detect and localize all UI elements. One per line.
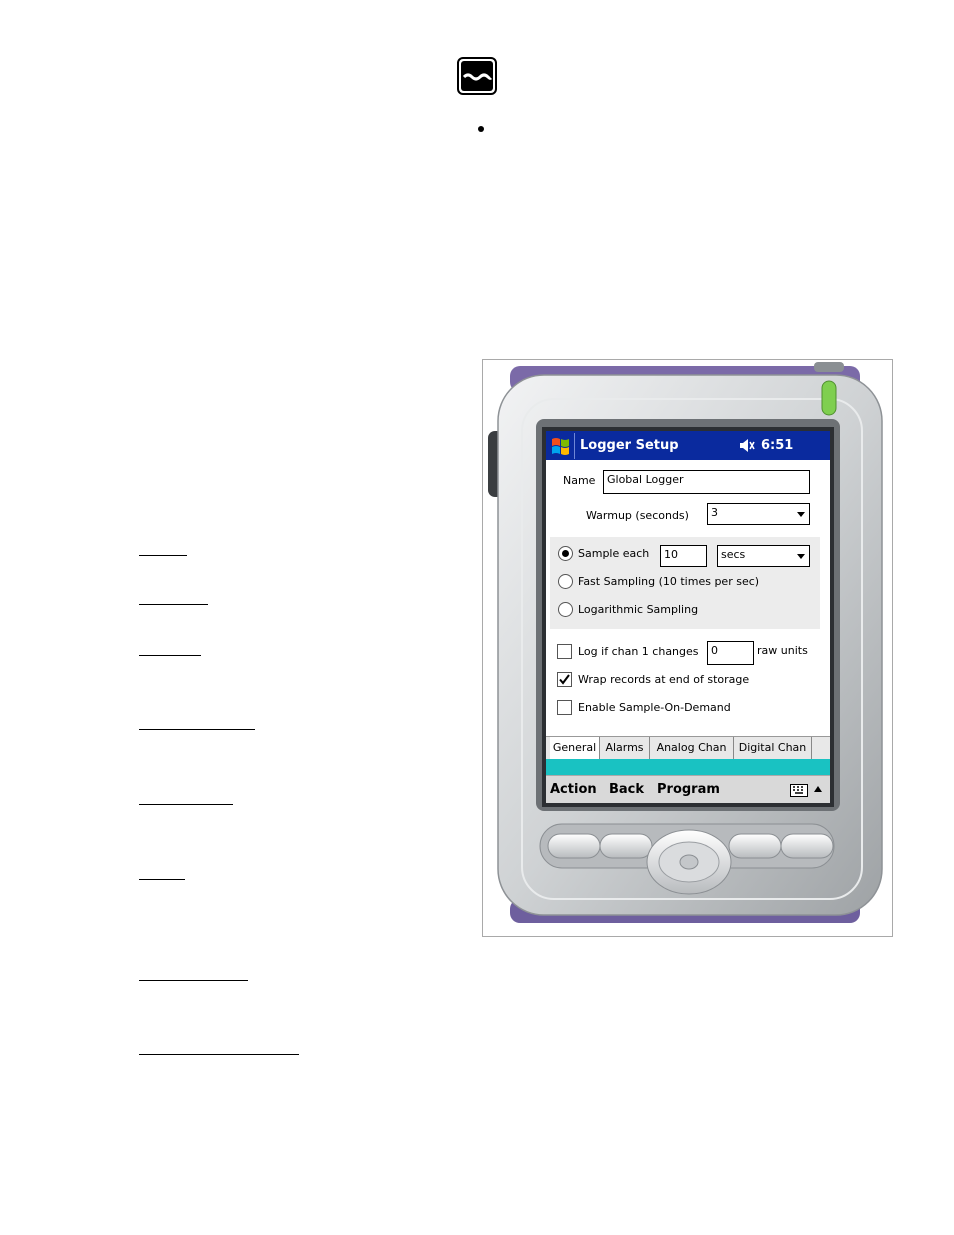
log-change-label: Log if chan 1 changes [578,645,699,658]
sample-unit-select[interactable]: secs [717,545,810,567]
up-arrow-icon[interactable] [814,786,822,792]
checkmark-icon [559,674,570,685]
tab-analog-chan[interactable]: Analog Chan [650,737,734,759]
underline-mark [139,655,201,656]
log-change-input[interactable]: 0 [707,641,754,665]
clock[interactable]: 6:51 [761,438,793,453]
tab-strip [546,759,830,775]
title-bar: Logger Setup 6:51 [546,431,830,460]
wrap-records-checkbox[interactable] [557,672,572,687]
keyboard-icon[interactable] [790,784,808,797]
wrap-records-label: Wrap records at end of storage [578,673,750,686]
menu-bar: Action Back Program [546,775,830,803]
tab-bar: General Alarms Analog Chan Digital Chan [546,736,830,759]
program-menu[interactable]: Program [657,782,720,797]
sample-on-demand-checkbox[interactable] [557,700,572,715]
tab-alarms[interactable]: Alarms [600,737,650,759]
fast-sampling-radio[interactable] [558,574,573,589]
windows-flag-icon[interactable] [548,433,575,459]
back-menu[interactable]: Back [609,782,644,797]
warmup-value: 3 [711,506,718,519]
sample-each-input[interactable]: 10 [660,545,707,567]
warmup-label: Warmup (seconds) [586,509,689,522]
device-screen: Logger Setup 6:51 Name Global Logger War… [546,431,830,803]
underline-mark [139,980,248,981]
fast-sampling-label: Fast Sampling (10 times per sec) [578,575,760,588]
underline-mark [139,604,208,605]
tab-digital-chan[interactable]: Digital Chan [734,737,812,759]
sample-on-demand-label: Enable Sample-On-Demand [578,701,731,714]
log-sampling-radio[interactable] [558,602,573,617]
underline-mark [139,879,185,880]
raw-units-label: raw units [757,644,808,657]
chevron-down-icon [797,512,805,517]
name-input[interactable]: Global Logger [603,470,810,494]
water-wave-logo-icon [457,57,497,95]
sample-each-label: Sample each [578,547,650,560]
tab-general[interactable]: General [550,737,600,759]
chevron-down-icon [797,554,805,559]
log-sampling-label: Logarithmic Sampling [578,603,699,616]
log-change-checkbox[interactable] [557,644,572,659]
sample-unit-value: secs [721,548,746,561]
action-menu[interactable]: Action [550,782,597,797]
speaker-muted-icon[interactable] [739,438,755,453]
underline-mark [139,1054,299,1055]
name-label: Name [563,474,596,487]
sample-each-radio[interactable] [558,546,573,561]
warmup-select[interactable]: 3 [707,503,810,525]
bullet-point [478,126,484,132]
underline-mark [139,729,255,730]
window-title: Logger Setup [580,438,679,453]
underline-mark [139,555,187,556]
underline-mark [139,804,233,805]
